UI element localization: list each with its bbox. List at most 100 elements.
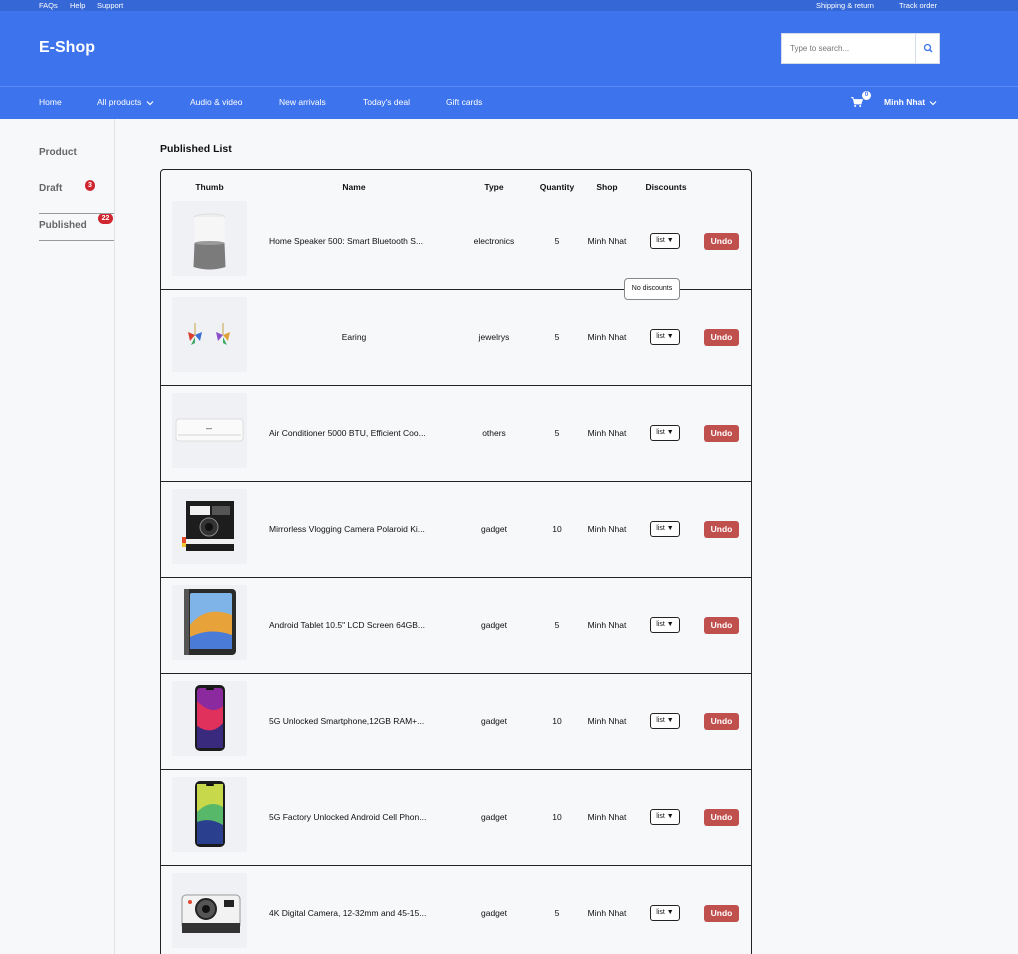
product-thumbnail [172, 585, 247, 660]
nav-gift-cards[interactable]: Gift cards [446, 97, 482, 108]
product-type: gadget [481, 716, 507, 726]
search-box [781, 33, 940, 64]
smartphone-image [195, 685, 225, 751]
discounts-select[interactable]: list ▼ [650, 713, 680, 729]
divider [39, 240, 114, 241]
product-thumbnail [172, 489, 247, 564]
undo-button[interactable]: Undo [704, 425, 739, 442]
product-thumbnail [172, 393, 247, 468]
faqs-link[interactable]: FAQs [39, 1, 58, 10]
discounts-select[interactable]: list ▼ [650, 521, 680, 537]
discounts-select[interactable]: list ▼ [650, 905, 680, 921]
chevron-down-icon [930, 100, 937, 106]
product-shop: Minh Nhat [587, 332, 627, 342]
speaker-image [193, 213, 226, 270]
product-quantity: 10 [552, 812, 562, 822]
product-thumbnail [172, 777, 247, 852]
table-row: Home Speaker 500: Smart Bluetooth S... e… [161, 194, 751, 300]
table-row: Android Tablet 10.5" LCD Screen 64GB... … [161, 578, 751, 674]
product-shop: Minh Nhat [587, 716, 627, 726]
nav-all-products-label: All products [97, 97, 142, 107]
user-menu[interactable]: Minh Nhat [884, 97, 937, 108]
polaroid-camera-image [182, 501, 234, 551]
product-thumbnail [172, 873, 247, 948]
product-name: Home Speaker 500: Smart Bluetooth S... [269, 236, 424, 246]
product-name: Mirrorless Vlogging Camera Polaroid Ki..… [269, 524, 425, 534]
published-table: Thumb Name Type Quantity Shop Discounts … [160, 169, 752, 954]
sidebar-item-published[interactable]: Published [39, 220, 87, 232]
undo-button[interactable]: Undo [704, 713, 739, 730]
column-header-shop: Shop [596, 182, 618, 192]
discounts-select[interactable]: list ▼ [650, 809, 680, 825]
product-thumbnail [172, 201, 247, 276]
product-name: 5G Factory Unlocked Android Cell Phon... [269, 812, 427, 822]
table-row: Air Conditioner 5000 BTU, Efficient Coo.… [161, 386, 751, 482]
table-row: 4K Digital Camera, 12-32mm and 45-15... … [161, 866, 751, 954]
table-row: Mirrorless Vlogging Camera Polaroid Ki..… [161, 482, 751, 578]
top-utility-bar: FAQs Help Support Shipping & return Trac… [0, 0, 1018, 11]
help-link[interactable]: Help [70, 1, 85, 10]
logo[interactable]: E-Shop [39, 39, 95, 57]
column-header-type: Type [484, 182, 504, 192]
divider [39, 213, 114, 214]
product-shop: Minh Nhat [587, 524, 627, 534]
search-icon [923, 43, 933, 53]
product-quantity: 5 [554, 428, 560, 438]
sidebar-item-product[interactable]: Product [39, 147, 77, 159]
search-button[interactable] [915, 34, 939, 63]
discounts-select[interactable]: list ▼ [650, 425, 680, 441]
product-thumbnail [172, 681, 247, 756]
nav-new-arrivals[interactable]: New arrivals [279, 97, 326, 108]
no-discounts-tooltip: No discounts [624, 278, 680, 300]
nav-todays-deal[interactable]: Today's deal [363, 97, 410, 108]
product-shop: Minh Nhat [587, 236, 627, 246]
product-name: Air Conditioner 5000 BTU, Efficient Coo.… [269, 428, 426, 438]
product-type: gadget [481, 620, 507, 630]
product-thumbnail [172, 297, 247, 372]
product-name: 4K Digital Camera, 12-32mm and 45-15... [269, 908, 427, 918]
page-title: Published List [160, 143, 232, 155]
product-type: gadget [481, 812, 507, 822]
chevron-down-icon [146, 100, 154, 106]
product-quantity: 10 [552, 716, 562, 726]
undo-button[interactable]: Undo [704, 329, 739, 346]
discounts-select[interactable]: list ▼ [650, 329, 680, 345]
column-header-name: Name [342, 182, 366, 192]
discounts-select[interactable]: list ▼ [650, 233, 680, 249]
sidebar-item-draft[interactable]: Draft [39, 183, 62, 195]
search-input[interactable] [782, 34, 916, 63]
header: E-Shop [0, 11, 1018, 87]
product-type: others [482, 428, 506, 438]
product-name: Earing [341, 332, 367, 342]
product-shop: Minh Nhat [587, 908, 627, 918]
product-quantity: 5 [554, 620, 560, 630]
smartphone-image [195, 781, 225, 847]
published-count-badge: 22 [98, 213, 113, 224]
earring-image [188, 323, 230, 345]
table-row: 5G Factory Unlocked Android Cell Phon...… [161, 770, 751, 866]
undo-button[interactable]: Undo [704, 617, 739, 634]
discounts-select[interactable]: list ▼ [650, 617, 680, 633]
air-conditioner-image [175, 418, 244, 442]
column-header-thumb: Thumb [195, 182, 224, 192]
track-order-link[interactable]: Track order [899, 1, 937, 10]
product-quantity: 5 [554, 908, 560, 918]
nav-all-products[interactable]: All products [97, 97, 154, 108]
tablet-image [184, 589, 236, 655]
table-row: 5G Unlocked Smartphone,12GB RAM+... gadg… [161, 674, 751, 770]
nav-audio-video[interactable]: Audio & video [190, 97, 242, 108]
undo-button[interactable]: Undo [704, 521, 739, 538]
product-name: Android Tablet 10.5" LCD Screen 64GB... [269, 620, 425, 630]
product-shop: Minh Nhat [587, 812, 627, 822]
shipping-return-link[interactable]: Shipping & return [816, 1, 874, 10]
undo-button[interactable]: Undo [704, 233, 739, 250]
main-nav: Home All products Audio & video New arri… [0, 87, 1018, 119]
table-row: Earing jewelrys 5 Minh Nhat list ▼ Undo [161, 290, 751, 386]
undo-button[interactable]: Undo [704, 905, 739, 922]
draft-count-badge: 3 [85, 180, 95, 191]
column-header-discounts: Discounts [645, 182, 687, 192]
user-name: Minh Nhat [884, 97, 926, 107]
nav-home[interactable]: Home [39, 97, 62, 108]
support-link[interactable]: Support [97, 1, 123, 10]
undo-button[interactable]: Undo [704, 809, 739, 826]
